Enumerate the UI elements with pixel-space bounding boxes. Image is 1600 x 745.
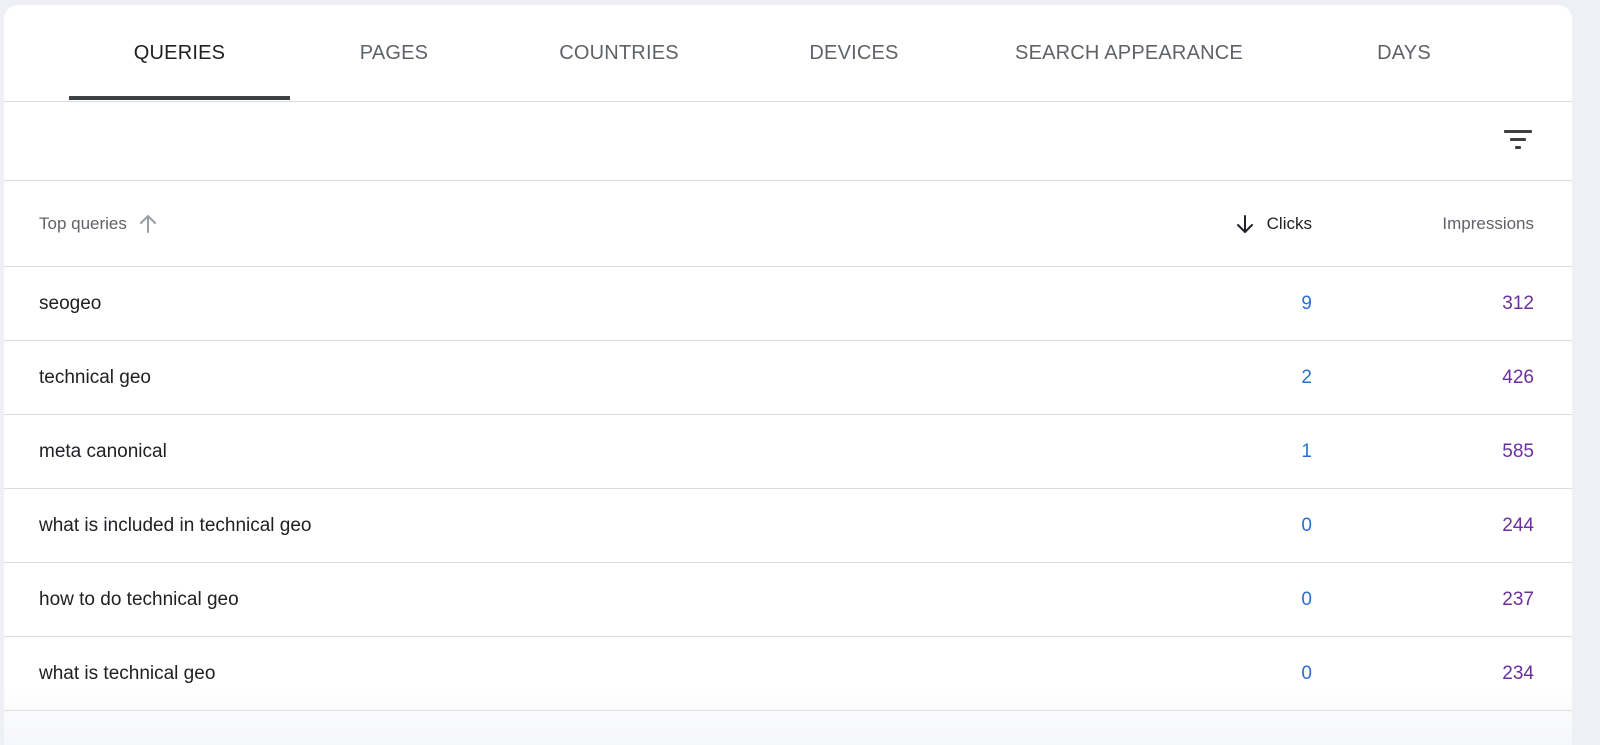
column-header-top-queries[interactable]: Top queries <box>39 181 157 266</box>
tab-devices[interactable]: DEVICES <box>774 5 934 101</box>
table-row[interactable]: what is included in technical geo 0 244 <box>4 489 1572 563</box>
table-row[interactable]: how to do technical geo 0 237 <box>4 563 1572 637</box>
performance-report-card: QUERIES PAGES COUNTRIES DEVICES SEARCH A… <box>4 5 1572 745</box>
table-header: Top queries Clicks Impressions <box>4 181 1572 267</box>
tab-countries[interactable]: COUNTRIES <box>524 5 714 101</box>
column-header-clicks[interactable]: Clicks <box>1235 181 1312 266</box>
clicks-cell: 9 <box>1301 292 1312 314</box>
tab-search-appearance[interactable]: SEARCH APPEARANCE <box>994 5 1264 101</box>
query-cell: how to do technical geo <box>39 588 239 610</box>
query-cell: meta canonical <box>39 440 167 462</box>
impressions-cell: 426 <box>1502 366 1534 388</box>
clicks-cell: 2 <box>1301 366 1312 388</box>
table-body: seogeo 9 312 technical geo 2 426 meta ca… <box>4 267 1572 711</box>
arrow-up-icon <box>139 214 157 234</box>
clicks-cell: 0 <box>1301 662 1312 684</box>
clicks-cell: 1 <box>1301 440 1312 462</box>
arrow-down-icon <box>1235 214 1255 234</box>
table-row[interactable]: technical geo 2 426 <box>4 341 1572 415</box>
query-cell: what is included in technical geo <box>39 514 312 536</box>
tab-queries[interactable]: QUERIES <box>69 5 290 101</box>
table-toolbar <box>4 102 1572 181</box>
filter-button[interactable] <box>1498 119 1538 159</box>
clicks-cell: 0 <box>1301 588 1312 610</box>
query-cell: technical geo <box>39 366 151 388</box>
impressions-cell: 585 <box>1502 440 1534 462</box>
report-tabs: QUERIES PAGES COUNTRIES DEVICES SEARCH A… <box>4 5 1572 102</box>
table-row[interactable]: what is technical geo 0 234 <box>4 637 1572 711</box>
clicks-cell: 0 <box>1301 514 1312 536</box>
tab-pages[interactable]: PAGES <box>324 5 464 101</box>
column-header-label: Top queries <box>39 213 127 233</box>
table-row[interactable]: meta canonical 1 585 <box>4 415 1572 489</box>
impressions-cell: 234 <box>1502 662 1534 684</box>
impressions-cell: 237 <box>1502 588 1534 610</box>
query-cell: seogeo <box>39 292 102 314</box>
query-cell: what is technical geo <box>39 662 216 684</box>
impressions-cell: 312 <box>1502 292 1534 314</box>
tab-days[interactable]: DAYS <box>1344 5 1464 101</box>
table-row[interactable]: seogeo 9 312 <box>4 267 1572 341</box>
column-header-label: Clicks <box>1266 213 1312 233</box>
active-tab-indicator <box>69 96 290 100</box>
column-header-impressions[interactable]: Impressions <box>1442 181 1534 266</box>
column-header-label: Impressions <box>1442 213 1534 233</box>
filter-icon <box>1504 130 1532 149</box>
impressions-cell: 244 <box>1502 514 1534 536</box>
